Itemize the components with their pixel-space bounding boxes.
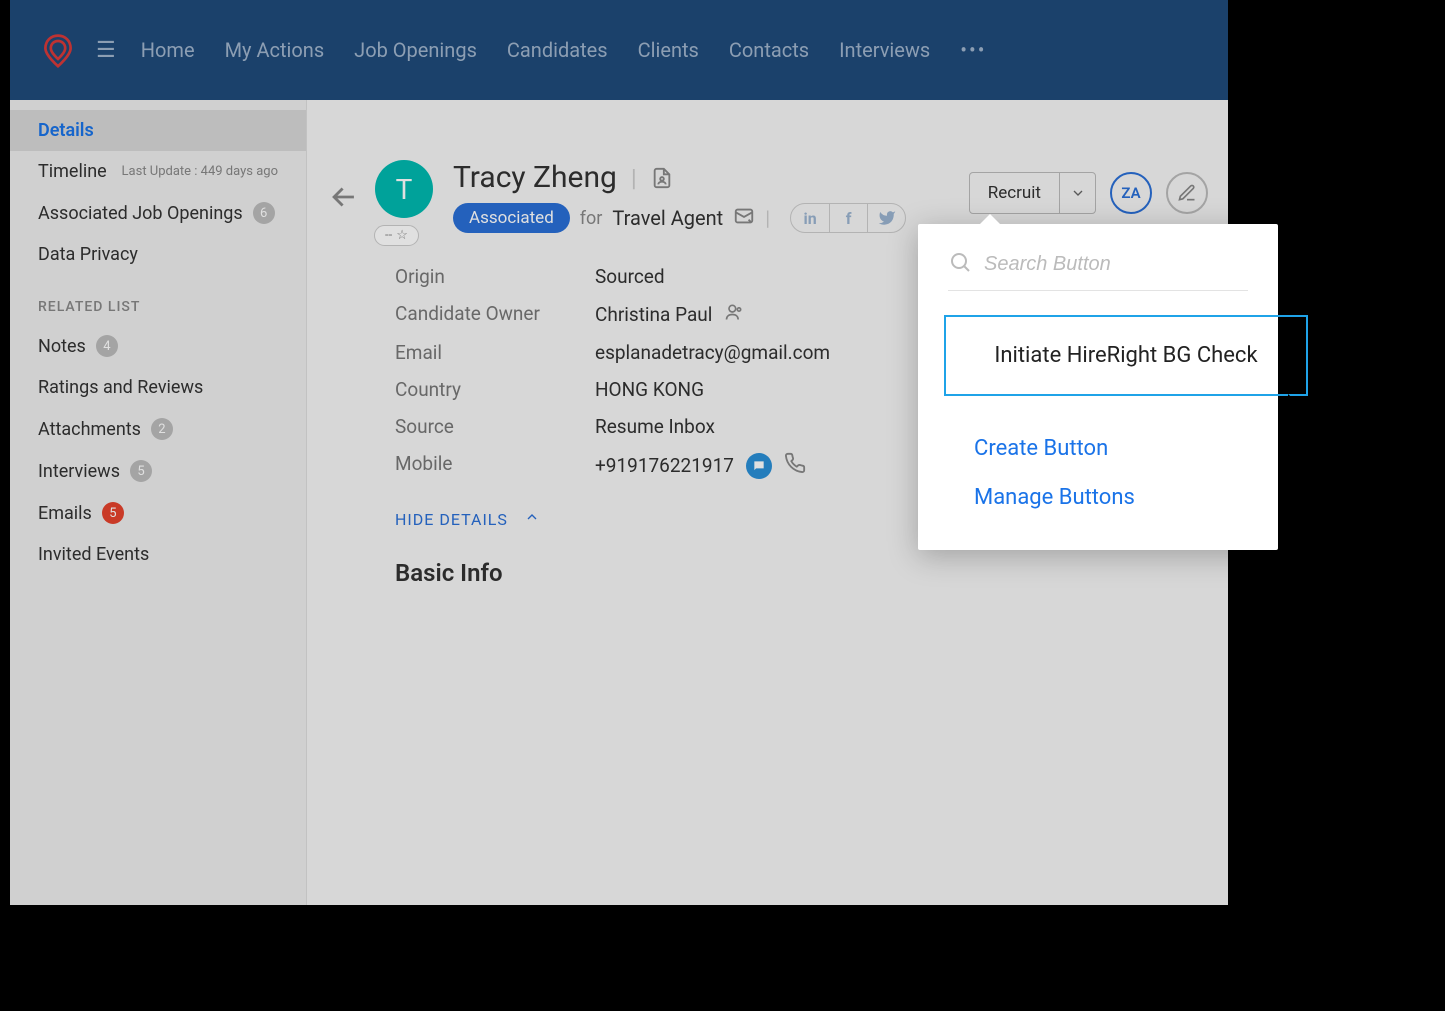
mobile-label: Mobile [395, 452, 595, 479]
initiate-hireright-button[interactable]: Initiate HireRight BG Check [944, 315, 1308, 396]
sidebar-ratings-label: Ratings and Reviews [38, 377, 203, 398]
person-icon[interactable] [724, 302, 744, 327]
avatar-letter: T [396, 173, 413, 206]
sidebar-invited-events[interactable]: Invited Events [10, 534, 306, 575]
chat-icon[interactable] [746, 453, 772, 479]
for-label: for [580, 208, 603, 229]
related-list-heading: RELATED LIST [10, 275, 306, 325]
recruit-split-button: Recruit [969, 172, 1096, 214]
recruit-dropdown-icon[interactable] [1059, 173, 1095, 213]
divider: | [765, 206, 770, 230]
interviews-badge: 5 [130, 460, 152, 482]
hide-details-label: HIDE DETAILS [395, 510, 508, 529]
sidebar-timeline-label: Timeline [38, 161, 107, 182]
social-icons: in f [790, 203, 906, 233]
owner-label: Candidate Owner [395, 302, 595, 327]
facebook-icon[interactable]: f [829, 204, 867, 232]
nav-my-actions[interactable]: My Actions [225, 38, 325, 62]
sidebar-notes[interactable]: Notes 4 [10, 325, 306, 367]
top-nav: ☰ Home My Actions Job Openings Candidate… [10, 0, 1228, 100]
sidebar-emails-label: Emails [38, 503, 92, 524]
zia-label: ZA [1121, 184, 1140, 202]
sidebar-invited-label: Invited Events [38, 544, 149, 565]
twitter-icon[interactable] [867, 204, 905, 232]
candidate-name: Tracy Zheng [453, 160, 617, 195]
assoc-jobs-badge: 6 [253, 202, 275, 224]
app-logo [40, 32, 76, 68]
notes-badge: 4 [96, 335, 118, 357]
divider: | [631, 164, 637, 192]
hamburger-icon[interactable]: ☰ [96, 38, 116, 63]
star-icon: ☆ [396, 228, 408, 243]
sidebar-notes-label: Notes [38, 336, 86, 357]
nav-home[interactable]: Home [141, 38, 195, 62]
sidebar-data-privacy-label: Data Privacy [38, 244, 138, 265]
sidebar-attachments-label: Attachments [38, 419, 141, 440]
nav-candidates[interactable]: Candidates [507, 38, 608, 62]
sidebar-data-privacy[interactable]: Data Privacy [10, 234, 306, 275]
nav-job-openings[interactable]: Job Openings [354, 38, 477, 62]
cursor-icon [1288, 394, 1308, 424]
country-label: Country [395, 378, 595, 401]
button-dropdown-popup: Initiate HireRight BG Check Create Butto… [918, 224, 1278, 550]
search-icon [948, 250, 972, 278]
sidebar-timeline-sub: Last Update : 449 days ago [122, 164, 278, 179]
initiate-hireright-label: Initiate HireRight BG Check [994, 343, 1257, 368]
chevron-up-icon [524, 509, 540, 529]
nav-interviews[interactable]: Interviews [839, 38, 930, 62]
sidebar-details-label: Details [38, 120, 94, 141]
manage-buttons-link[interactable]: Manage Buttons [974, 485, 1248, 510]
nav-clients[interactable]: Clients [638, 38, 699, 62]
edit-icon[interactable] [1166, 172, 1208, 214]
attachments-badge: 2 [151, 418, 173, 440]
emails-badge: 5 [102, 502, 124, 524]
left-sidebar: Details Timeline Last Update : 449 days … [10, 100, 307, 905]
sidebar-assoc-jobs-label: Associated Job Openings [38, 203, 243, 224]
rating-text: -- [385, 228, 392, 243]
resume-doc-icon[interactable] [651, 165, 673, 191]
sidebar-details[interactable]: Details [10, 110, 306, 151]
back-arrow-icon[interactable] [327, 180, 367, 220]
nav-contacts[interactable]: Contacts [729, 38, 809, 62]
mobile-value[interactable]: +919176221917 [595, 454, 734, 477]
phone-icon[interactable] [784, 452, 806, 479]
email-label: Email [395, 341, 595, 364]
origin-label: Origin [395, 265, 595, 288]
source-label: Source [395, 415, 595, 438]
nav-more-icon[interactable]: ••• [960, 38, 986, 62]
recruit-button[interactable]: Recruit [970, 173, 1059, 213]
sidebar-timeline[interactable]: Timeline Last Update : 449 days ago [10, 151, 306, 192]
sidebar-assoc-jobs[interactable]: Associated Job Openings 6 [10, 192, 306, 234]
mail-icon[interactable] [733, 205, 755, 231]
job-title[interactable]: Travel Agent [612, 206, 723, 230]
sidebar-ratings[interactable]: Ratings and Reviews [10, 367, 306, 408]
sidebar-emails[interactable]: Emails 5 [10, 492, 306, 534]
create-button-link[interactable]: Create Button [974, 436, 1248, 461]
search-button-input[interactable] [984, 253, 1252, 276]
sidebar-attachments[interactable]: Attachments 2 [10, 408, 306, 450]
rating-pill[interactable]: -- ☆ [374, 225, 419, 246]
sidebar-interviews[interactable]: Interviews 5 [10, 450, 306, 492]
basic-info-heading: Basic Info [395, 559, 1198, 587]
linkedin-icon[interactable]: in [791, 204, 829, 232]
zia-button[interactable]: ZA [1110, 172, 1152, 214]
avatar: T [375, 160, 433, 218]
status-badge: Associated [453, 203, 570, 233]
sidebar-interviews-label: Interviews [38, 461, 120, 482]
